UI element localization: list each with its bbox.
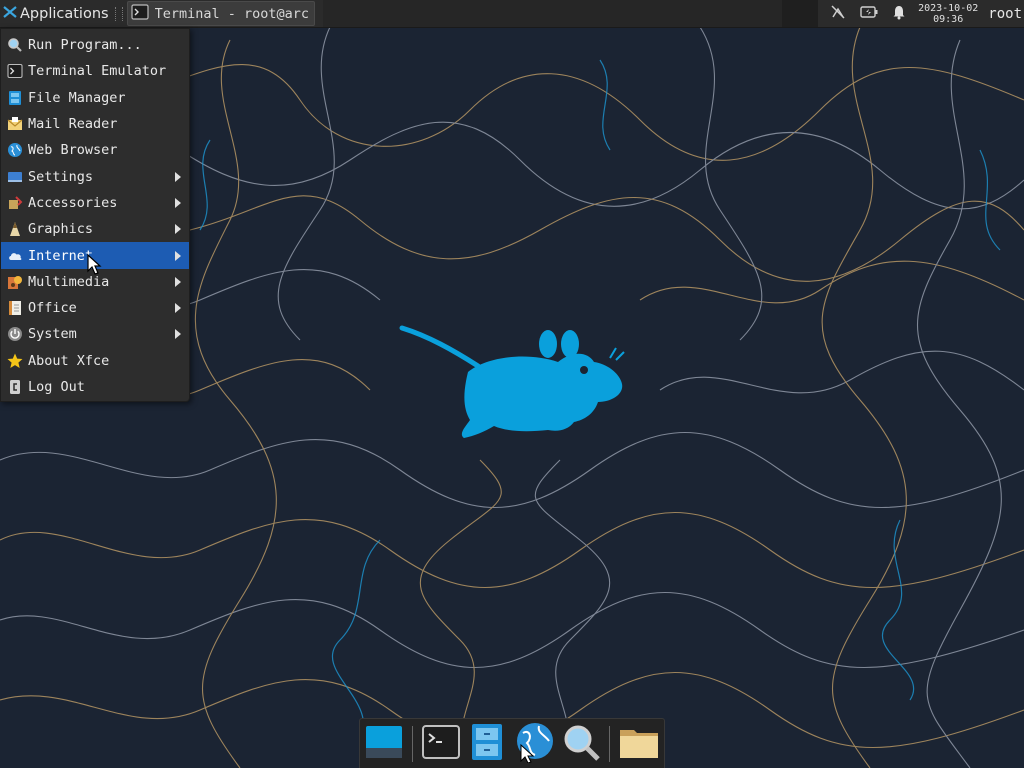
dock-app-finder[interactable]	[561, 722, 601, 766]
panel-workspace-area[interactable]	[782, 0, 819, 27]
folder-icon	[618, 722, 660, 766]
menu-item-label: Mail Reader	[28, 116, 118, 133]
terminal-icon	[421, 722, 461, 766]
dock-web-browser[interactable]	[513, 722, 555, 766]
menu-item-office[interactable]: Office	[1, 295, 189, 321]
settings-icon	[7, 169, 23, 185]
menu-item-label: Office	[28, 300, 77, 317]
dock-terminal[interactable]	[421, 722, 461, 766]
menu-item-label: Multimedia	[28, 273, 110, 290]
notifications-bell-icon[interactable]	[892, 4, 906, 24]
xfce-mouse-logo	[399, 325, 625, 438]
menu-item-label: Run Program...	[28, 37, 142, 54]
mouse-pointer-icon	[87, 254, 102, 275]
taskbar-window-title: Terminal - root@arch…	[154, 5, 308, 22]
menu-item-label: Settings	[28, 168, 94, 185]
dock-separator	[412, 725, 413, 762]
menu-item-label: Terminal Emulator	[28, 63, 167, 80]
clock-date: 2023-10-02	[918, 2, 979, 14]
menu-item-settings[interactable]: Settings	[1, 163, 189, 189]
network-disconnected-icon[interactable]	[830, 4, 846, 24]
applications-menu: Run Program... Terminal Emulator File Ma…	[0, 28, 190, 402]
menu-item-label: Log Out	[28, 379, 85, 395]
submenu-arrow-icon	[175, 329, 181, 340]
menu-item-mail-reader[interactable]: Mail Reader	[1, 111, 189, 137]
office-icon	[7, 300, 23, 316]
submenu-arrow-icon	[175, 250, 181, 261]
menu-item-web-browser[interactable]: Web Browser	[1, 137, 189, 163]
dock-separator	[609, 725, 610, 762]
graphics-icon	[7, 221, 23, 237]
file-manager-icon	[7, 90, 23, 106]
menu-item-label: About Xfce	[28, 352, 110, 369]
menu-item-log-out[interactable]: Log Out	[1, 374, 189, 400]
terminal-icon	[130, 3, 149, 25]
menu-item-run-program[interactable]: Run Program...	[1, 32, 189, 58]
mail-icon	[7, 116, 23, 132]
applications-label: Applications	[20, 5, 109, 22]
system-tray	[818, 0, 914, 27]
menu-item-label: Accessories	[28, 194, 118, 211]
menu-item-system[interactable]: System	[1, 321, 189, 347]
web-browser-icon	[513, 721, 555, 767]
dock-file-manager[interactable]	[467, 722, 507, 766]
logout-icon	[7, 379, 23, 395]
dock-panel	[359, 718, 665, 768]
applications-menu-button[interactable]: Applications	[0, 0, 113, 27]
battery-icon[interactable]	[860, 4, 878, 24]
star-icon	[7, 353, 23, 369]
submenu-arrow-icon	[175, 224, 181, 235]
app-finder-icon	[561, 722, 601, 766]
menu-item-label: Graphics	[28, 221, 94, 238]
terminal-icon	[7, 63, 23, 79]
menu-item-label: Web Browser	[28, 142, 118, 159]
panel-empty-area	[322, 0, 783, 27]
menu-item-label: Internet	[28, 247, 94, 264]
menu-item-label: System	[28, 326, 77, 343]
submenu-arrow-icon	[175, 197, 181, 208]
multimedia-icon	[7, 274, 23, 290]
show-desktop-icon	[364, 722, 404, 766]
menu-item-graphics[interactable]: Graphics	[1, 216, 189, 242]
dock-show-desktop[interactable]	[364, 722, 404, 766]
menu-item-about-xfce[interactable]: About Xfce	[1, 348, 189, 374]
menu-item-accessories[interactable]: Accessories	[1, 190, 189, 216]
xfce-logo-icon	[2, 4, 18, 24]
clock[interactable]: 2023-10-02 09:36	[914, 3, 982, 25]
search-icon	[7, 37, 23, 53]
menu-item-label: File Manager	[28, 89, 126, 106]
submenu-arrow-icon	[175, 171, 181, 182]
taskbar-terminal-window[interactable]: Terminal - root@arch…	[126, 1, 315, 26]
top-panel: Applications Terminal - root@arch…	[0, 0, 1024, 28]
submenu-arrow-icon	[175, 276, 181, 287]
cloud-icon	[7, 248, 23, 264]
accessories-icon	[7, 195, 23, 211]
panel-separator	[114, 6, 123, 21]
clock-time: 09:36	[933, 13, 964, 25]
power-icon	[7, 326, 23, 342]
menu-item-file-manager[interactable]: File Manager	[1, 85, 189, 111]
globe-icon	[7, 142, 23, 158]
dock-folder[interactable]	[618, 722, 660, 766]
file-manager-icon	[467, 722, 507, 766]
menu-item-terminal-emulator[interactable]: Terminal Emulator	[1, 58, 189, 84]
user-menu[interactable]: root	[982, 6, 1024, 22]
submenu-arrow-icon	[175, 303, 181, 314]
